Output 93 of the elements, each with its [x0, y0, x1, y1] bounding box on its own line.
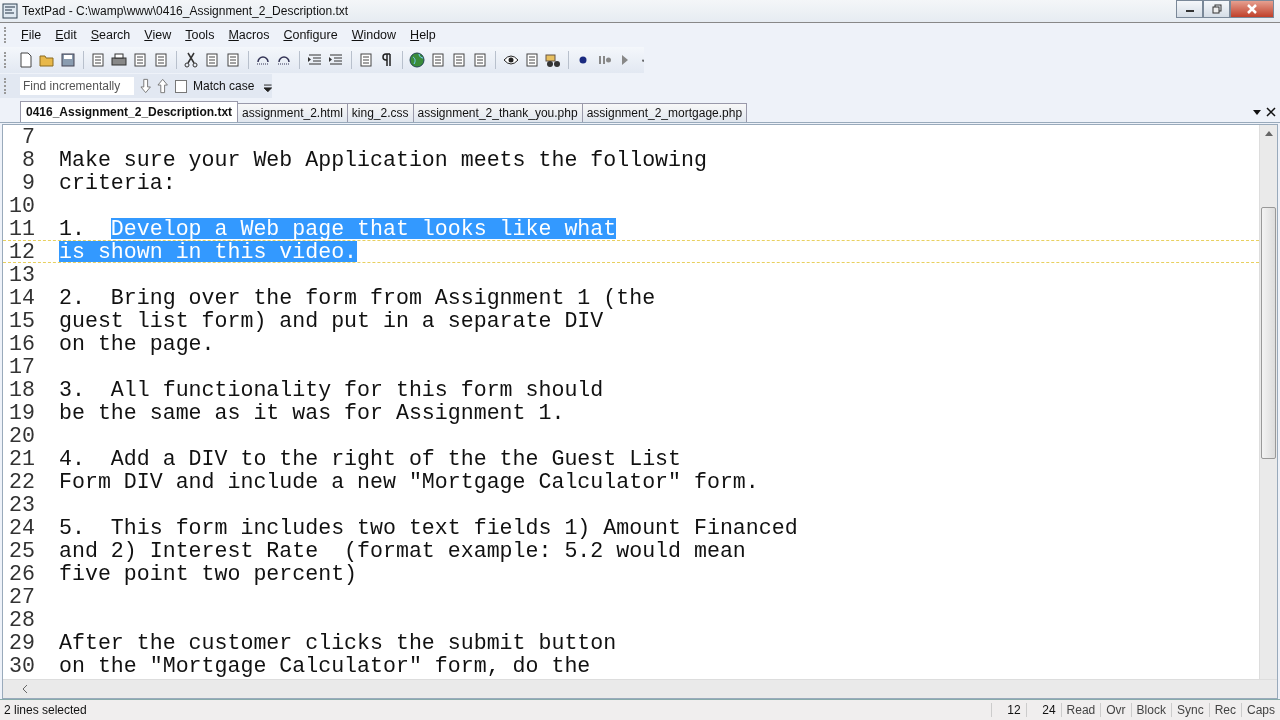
window-title: TextPad - C:\wamp\www\0416_Assignment_2_Description.txt [22, 4, 350, 18]
menu-item[interactable]: Window [344, 26, 404, 44]
code-text: 2. Bring over the form from Assignment 1 (the [59, 287, 656, 308]
status-message: 2 lines selected [3, 703, 88, 717]
line-number: 12 [9, 241, 35, 262]
vertical-scrollbar[interactable] [1259, 125, 1277, 679]
code-text: After the customer clicks the submit button [59, 632, 617, 653]
code-text: Make sure your Web Application meets the following [59, 149, 707, 170]
line-number: 29 [9, 632, 35, 653]
column-indicator: 24 [1025, 703, 1061, 717]
line-number: 26 [9, 563, 35, 584]
selected-text: is shown in this video. [59, 241, 358, 262]
menu-item[interactable]: Edit [48, 26, 84, 44]
line-number: 7 [21, 126, 35, 147]
menu-item[interactable]: Macros [221, 26, 277, 44]
line-number: 27 [9, 586, 35, 607]
code-text: on the "Mortgage Calculator" form, do the [59, 655, 591, 676]
line-number: 9 [21, 172, 35, 193]
scroll-up-icon[interactable] [1263, 129, 1274, 137]
line-number: 10 [9, 195, 35, 216]
status-indicator: Ovr [1100, 703, 1131, 717]
status-indicator: Block [1130, 703, 1171, 717]
menu-item[interactable]: Configure [276, 26, 345, 44]
indent-icon[interactable] [327, 52, 344, 68]
code-text: criteria: [59, 172, 176, 193]
document-tab[interactable]: assignment_2_mortgage.php [581, 103, 748, 122]
line-number: 11 [9, 218, 35, 239]
line-number: 13 [9, 264, 35, 285]
restore-icon [1211, 4, 1222, 14]
close-button[interactable] [1230, 0, 1274, 18]
line-number: 17 [9, 356, 35, 377]
new-file-icon[interactable] [17, 52, 34, 68]
line-number: 28 [9, 609, 35, 630]
match-case-label: Match case [193, 79, 255, 93]
document-tab[interactable]: assignment_2_thank_you.php [412, 103, 583, 122]
line-number: 18 [9, 379, 35, 400]
scissors-icon[interactable] [183, 52, 200, 68]
down-arrow-icon[interactable] [139, 78, 152, 94]
line-number: 14 [9, 287, 35, 308]
line-number: 22 [9, 471, 35, 492]
globe-icon[interactable] [409, 52, 426, 68]
status-indicator: Read [1060, 703, 1101, 717]
status-indicator: Rec [1208, 703, 1241, 717]
status-indicator: Sync [1170, 703, 1209, 717]
outdent-icon[interactable] [306, 52, 323, 68]
scroll-left-icon[interactable] [21, 684, 29, 694]
line-number: 30 [9, 655, 35, 676]
line-number: 21 [9, 448, 35, 469]
code-text: five point two percent) [59, 563, 358, 584]
line-number: 16 [9, 333, 35, 354]
close-icon[interactable] [1266, 107, 1276, 117]
code-text: on the page. [59, 333, 215, 354]
menu-item[interactable]: Help [403, 26, 443, 44]
menu-item[interactable]: View [137, 26, 179, 44]
line-number: 8 [21, 149, 35, 170]
up-arrow-icon[interactable] [157, 78, 169, 94]
code-text: 1. [59, 218, 86, 239]
search-field[interactable]: Find incrementally [19, 77, 134, 95]
open-folder-icon[interactable] [38, 52, 55, 68]
line-number: 24 [9, 517, 35, 538]
save-icon[interactable] [59, 52, 76, 68]
line-number: 23 [9, 494, 35, 515]
code-text: and 2) Interest Rate (format example: 5.2 would mean [59, 540, 746, 561]
code-text: 5. This form includes two text fields 1) Amount Financed [59, 517, 798, 538]
line-number: 20 [9, 425, 35, 446]
code-text: guest list form) and put in a separate DIV [59, 310, 604, 331]
code-text: 3. All functionality for this form should [59, 379, 604, 400]
dropdown-icon[interactable] [1252, 107, 1262, 117]
scrollbar-thumb[interactable] [1261, 207, 1276, 459]
eye-icon[interactable] [502, 52, 519, 68]
line-indicator: 12 [990, 703, 1026, 717]
close-icon [1246, 4, 1258, 14]
binoculars-icon[interactable] [544, 52, 561, 68]
menu-item[interactable]: File [14, 26, 49, 44]
line-number: 15 [9, 310, 35, 331]
restore-button[interactable] [1203, 0, 1230, 18]
code-text: 4. Add a DIV to the right of the the Guest List [59, 448, 681, 469]
line-number: 19 [9, 402, 35, 423]
selected-text: Develop a Web page that looks like what [110, 218, 617, 239]
code-text: Form DIV and include a new "Mortgage Calculator" form. [59, 471, 759, 492]
menu-item[interactable]: Search [83, 26, 138, 44]
minimize-button[interactable] [1176, 0, 1203, 18]
printer-icon[interactable] [110, 52, 127, 68]
match-case-checkbox[interactable] [174, 79, 188, 93]
line-number: 25 [9, 540, 35, 561]
document-tab[interactable]: 0416_Assignment_2_Description.txt [20, 101, 239, 122]
status-indicator: Caps [1241, 703, 1280, 717]
code-text: be the same as it was for Assignment 1. [59, 402, 565, 423]
horizontal-scrollbar[interactable] [3, 679, 1277, 698]
document-tab[interactable]: king_2.css [346, 103, 414, 122]
menu-item[interactable]: Tools [178, 26, 222, 44]
app-icon [2, 3, 18, 19]
document-tab[interactable]: assignment_2.html [237, 103, 348, 122]
